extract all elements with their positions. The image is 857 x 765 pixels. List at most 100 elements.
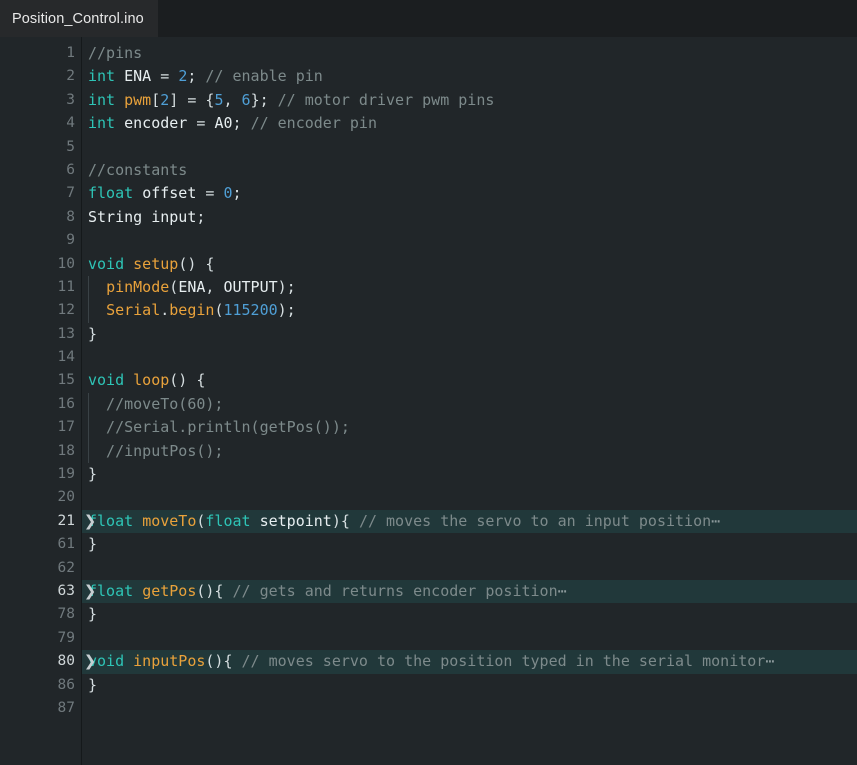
- code-line[interactable]: [82, 486, 857, 509]
- line-number-label: 11: [57, 278, 75, 295]
- line-number: 14: [0, 346, 82, 369]
- code-line[interactable]: }: [82, 533, 857, 556]
- token-pun: [133, 184, 142, 202]
- token-pun: }: [88, 605, 98, 624]
- tab-position-control-ino[interactable]: Position_Control.ino: [0, 0, 158, 37]
- token-pun: [251, 512, 260, 530]
- line-number-label: 12: [57, 302, 75, 319]
- token-pun: [88, 301, 106, 319]
- line-number: 61: [0, 533, 82, 556]
- line-number-label: 1: [66, 45, 75, 61]
- token-com: //constants: [88, 160, 188, 179]
- token-pun: (){: [205, 652, 242, 671]
- code-line-text: void loop() {: [88, 371, 205, 389]
- code-line[interactable]: String input;: [82, 206, 857, 229]
- line-number-label: 13: [57, 325, 75, 342]
- code-line[interactable]: //pins: [82, 42, 857, 65]
- code-line-text: String input;: [88, 208, 205, 226]
- code-line[interactable]: [82, 346, 857, 369]
- code-line[interactable]: }: [82, 603, 857, 626]
- token-pun: }: [88, 465, 98, 484]
- code-line[interactable]: [82, 697, 857, 720]
- code-line[interactable]: }: [82, 463, 857, 486]
- line-number-label: 5: [66, 138, 75, 155]
- line-number: 20: [0, 486, 82, 509]
- line-number-label: 61: [57, 536, 75, 553]
- token-num: 6: [241, 90, 251, 109]
- indent-guide: [88, 275, 89, 300]
- line-number-label: 16: [57, 395, 75, 412]
- code-line[interactable]: pinMode(ENA, OUTPUT);: [82, 275, 857, 300]
- chevron-right-icon[interactable]: ❯: [83, 650, 97, 673]
- line-number-label: 20: [57, 489, 75, 506]
- code-line[interactable]: Serial.begin(115200);: [82, 299, 857, 323]
- line-number-label: 6: [66, 161, 75, 178]
- token-pun: }: [88, 675, 98, 694]
- code-line-text: //constants: [88, 161, 187, 179]
- token-num: 2: [160, 90, 170, 109]
- code-line-text: float getPos(){ // gets and returns enco…: [82, 582, 567, 600]
- token-pun: =: [187, 114, 215, 133]
- token-pun: );: [277, 277, 296, 296]
- line-number-label: 62: [57, 559, 75, 576]
- token-pun: ;: [232, 184, 242, 203]
- code-line[interactable]: float offset = 0;: [82, 182, 857, 205]
- code-line[interactable]: int ENA = 2; // enable pin: [82, 65, 857, 88]
- line-number-gutter[interactable]: 1 2 3 4 5 6 7 8 9 10 11 12 13 14 15 16 17 18 19 20 21 ❯ 61 62 63…: [0, 37, 97, 721]
- token-kw: int: [88, 90, 116, 109]
- token-fn: Serial: [106, 301, 161, 320]
- code-line-text: //moveTo(60);: [88, 395, 223, 413]
- code-line[interactable]: [82, 229, 857, 252]
- code-line[interactable]: //Serial.println(getPos());: [82, 416, 857, 440]
- line-number: 63 ❯: [0, 580, 97, 603]
- code-line[interactable]: [82, 557, 857, 580]
- token-pun: ){: [331, 511, 359, 530]
- line-number: 19: [0, 463, 82, 486]
- token-id: encoder: [124, 114, 188, 133]
- code-line[interactable]: }: [82, 323, 857, 346]
- code-line[interactable]: //constants: [82, 159, 857, 182]
- folded-code-line[interactable]: float getPos(){ // gets and returns enco…: [82, 579, 857, 604]
- code-content[interactable]: //pins int ENA = 2; // enable pin int pwm[…: [82, 37, 857, 720]
- code-line[interactable]: [82, 136, 857, 159]
- indent-guide: [88, 416, 89, 440]
- code-line[interactable]: [82, 627, 857, 650]
- token-ell: ⋯: [557, 581, 567, 600]
- token-pun: ;: [187, 67, 206, 86]
- token-pun: );: [277, 301, 296, 320]
- line-number: 9: [0, 229, 82, 252]
- code-line[interactable]: //inputPos();: [82, 439, 857, 464]
- code-line[interactable]: int encoder = A0; // encoder pin: [82, 112, 857, 135]
- folded-code-line[interactable]: float moveTo(float setpoint){ // moves t…: [82, 509, 857, 534]
- line-number-label: 86: [57, 676, 75, 693]
- token-fn: getPos: [142, 581, 197, 600]
- folded-code-line[interactable]: void inputPos(){ // moves servo to the p…: [82, 650, 857, 674]
- code-line-text: float moveTo(float setpoint){ // moves t…: [82, 512, 720, 530]
- token-kw: void: [88, 254, 125, 273]
- token-com: // motor driver pwm pins: [277, 90, 495, 109]
- line-number: 18: [0, 440, 82, 463]
- code-line[interactable]: int pwm[2] = {5, 6}; // motor driver pwm…: [82, 89, 857, 112]
- code-line[interactable]: }: [82, 674, 857, 697]
- code-line-text: }: [88, 325, 97, 343]
- code-line[interactable]: //moveTo(60);: [82, 392, 857, 417]
- chevron-right-icon[interactable]: ❯: [83, 510, 97, 533]
- code-line[interactable]: void setup() {: [82, 253, 857, 276]
- token-pun: ;: [232, 114, 251, 133]
- editor-tab-bar: Position_Control.ino: [0, 0, 857, 37]
- code-line-text: //Serial.println(getPos());: [88, 418, 350, 436]
- line-number-label: 3: [66, 91, 75, 108]
- token-kw: float: [88, 184, 134, 203]
- code-line[interactable]: void loop() {: [82, 369, 857, 392]
- line-number: 2: [0, 65, 82, 88]
- token-pun: .: [160, 301, 170, 320]
- chevron-right-icon[interactable]: ❯: [83, 580, 97, 603]
- token-com: // moves the servo to an input position: [358, 511, 712, 530]
- token-ell: ⋯: [765, 652, 775, 671]
- code-line-text: int ENA = 2; // enable pin: [88, 67, 323, 85]
- token-com: // moves servo to the position typed in …: [241, 652, 766, 671]
- line-number-label: 79: [57, 629, 75, 646]
- code-line-text: Serial.begin(115200);: [88, 301, 296, 319]
- token-pun: ;: [196, 207, 206, 226]
- code-editor[interactable]: 1 2 3 4 5 6 7 8 9 10 11 12 13 14 15 16 17 18 19 20 21 ❯ 61 62 63…: [0, 37, 857, 765]
